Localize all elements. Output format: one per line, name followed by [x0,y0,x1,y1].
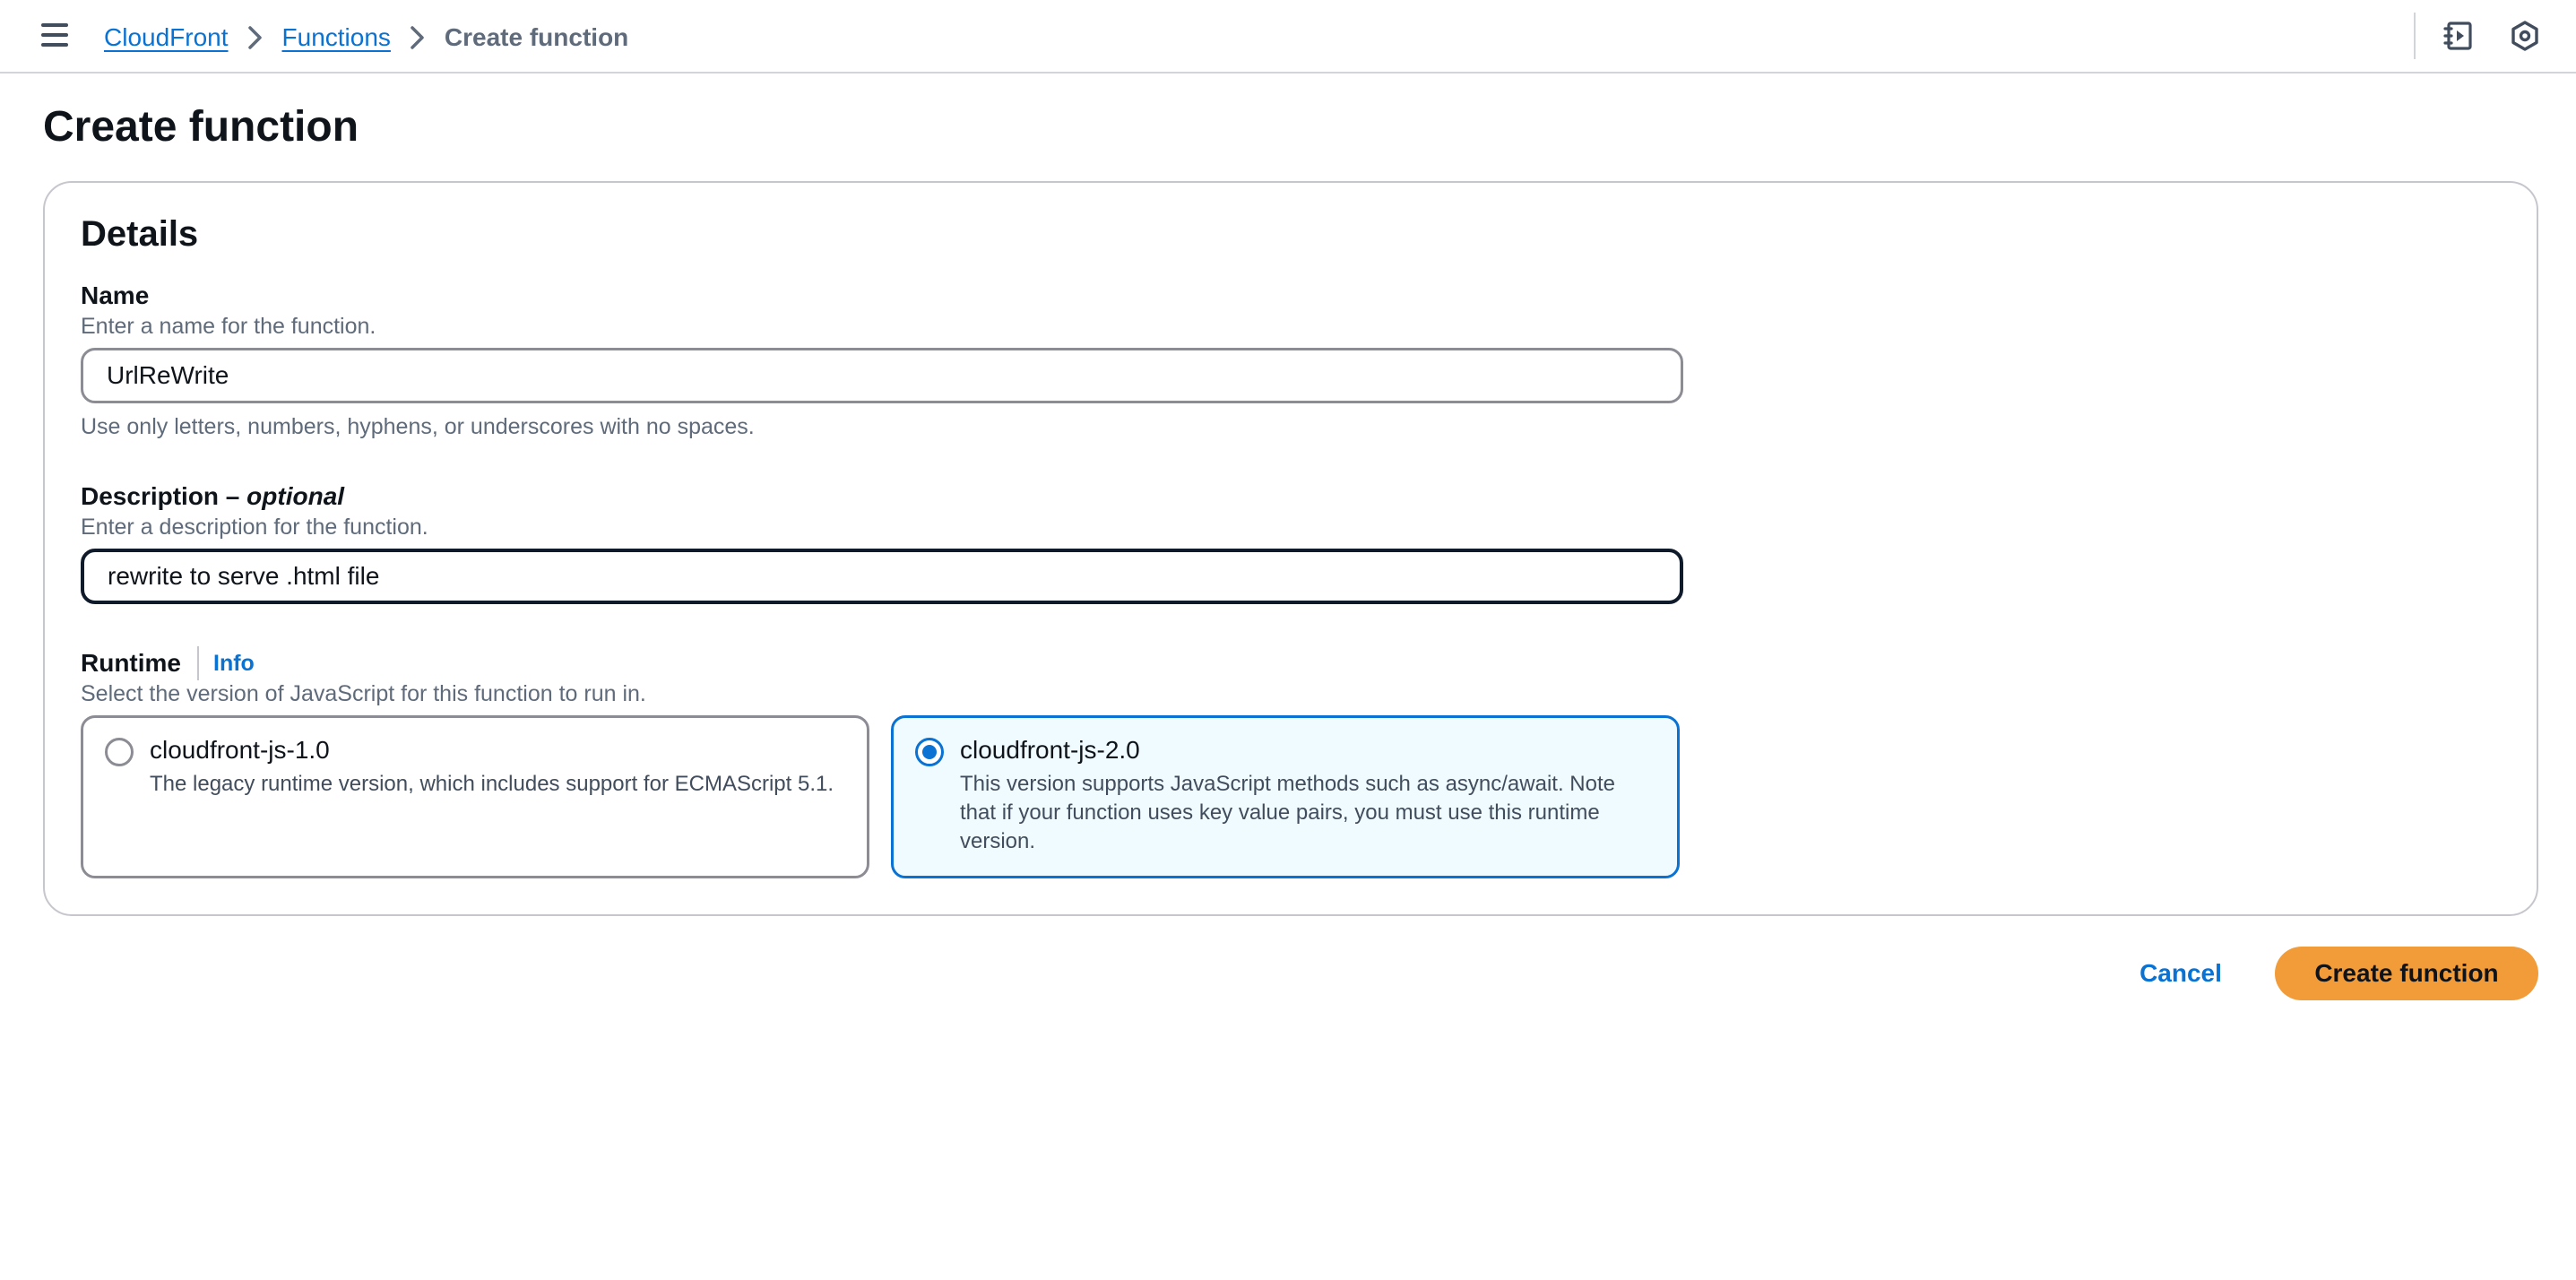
runtime-description: Select the version of JavaScript for thi… [81,681,646,706]
description-label-text: Description [81,482,220,510]
description-label: Description – optional [81,480,344,513]
hamburger-menu-icon[interactable] [41,23,68,47]
name-description: Enter a name for the function. [81,314,376,339]
radio-button-unchecked[interactable] [105,738,134,766]
runtime-option-js-1-0[interactable]: cloudfront-js-1.0 The legacy runtime ver… [81,715,869,878]
description-input[interactable] [81,549,1683,604]
runtime-option-description: This version supports JavaScript methods… [960,772,1615,853]
runtime-option-js-2-0[interactable]: cloudfront-js-2.0 This version supports … [891,715,1680,878]
description-help: Enter a description for the function. [81,515,428,540]
breadcrumb: CloudFront Functions Create function [104,20,628,56]
runtime-option-title: cloudfront-js-1.0 [150,736,330,764]
name-input[interactable] [81,348,1683,403]
runtime-option-title: cloudfront-js-2.0 [960,736,1140,764]
top-navigation-bar: CloudFront Functions Create function [0,0,2576,74]
toolbar-divider [2414,13,2416,59]
breadcrumb-functions[interactable]: Functions [282,23,391,52]
optional-tag: optional [246,482,345,510]
runtime-info-link[interactable]: Info [213,651,255,677]
notebook-play-icon[interactable] [2442,19,2476,53]
runtime-label: Runtime [81,649,181,677]
name-constraint-text: Use only letters, numbers, hyphens, or u… [81,414,755,439]
cancel-button[interactable]: Cancel [2117,947,2244,1000]
chevron-right-icon [239,20,272,56]
name-label: Name [81,281,150,309]
runtime-label-row: Runtime Info [81,645,255,681]
breadcrumb-cloudfront[interactable]: CloudFront [104,23,229,52]
hexagon-settings-icon[interactable] [2508,19,2542,53]
breadcrumb-current: Create function [444,23,629,51]
details-container: Details Name Enter a name for the functi… [43,181,2538,916]
runtime-option-description: The legacy runtime version, which includ… [150,772,834,796]
radio-button-checked[interactable] [915,738,944,766]
description-label-dash: – [219,482,247,510]
details-title: Details [81,214,199,254]
label-divider [197,646,199,680]
page-title: Create function [43,103,359,151]
chevron-right-icon [402,20,434,56]
create-function-button[interactable]: Create function [2275,947,2538,1000]
